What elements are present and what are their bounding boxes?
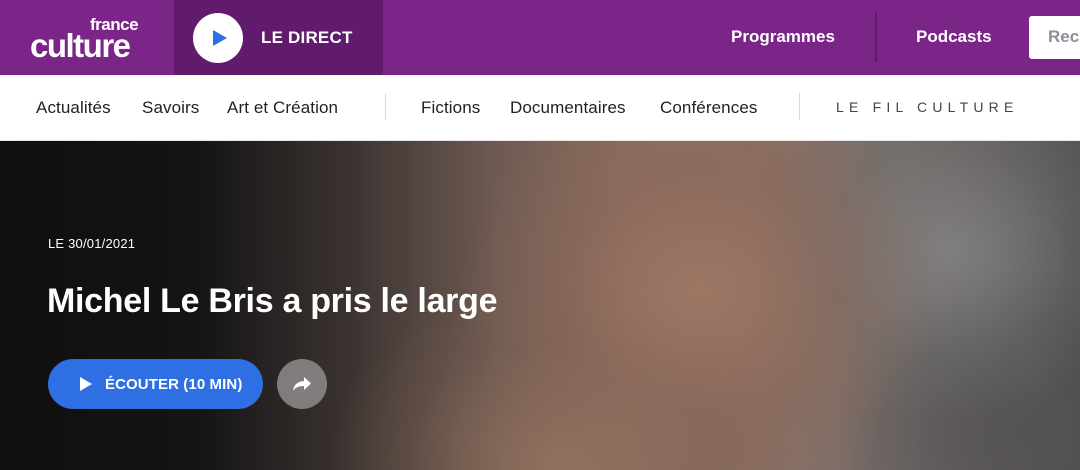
- nav-savoirs[interactable]: Savoirs: [142, 98, 199, 118]
- listen-label: ÉCOUTER (10 MIN): [105, 375, 243, 393]
- top-divider: [875, 13, 877, 62]
- play-icon: [80, 377, 92, 391]
- share-button[interactable]: [277, 359, 327, 409]
- hero-date: LE 30/01/2021: [48, 236, 136, 251]
- play-icon: [213, 29, 227, 46]
- nav-divider: [799, 93, 800, 120]
- nav-art-et-creation[interactable]: Art et Création: [227, 98, 338, 118]
- top-bar: france culture LE DIRECT Programmes Podc…: [0, 0, 1080, 75]
- hero-banner: LE 30/01/2021 Michel Le Bris a pris le l…: [0, 141, 1080, 470]
- nav-documentaires[interactable]: Documentaires: [510, 98, 626, 118]
- podcasts-link[interactable]: Podcasts: [916, 27, 992, 47]
- direct-label: LE DIRECT: [261, 27, 353, 47]
- nav-divider: [385, 93, 386, 120]
- le-direct-button[interactable]: LE DIRECT: [174, 0, 383, 75]
- nav-actualites[interactable]: Actualités: [36, 98, 111, 118]
- search-field[interactable]: Rech: [1029, 16, 1080, 59]
- nav-conferences[interactable]: Conférences: [660, 98, 758, 118]
- logo-big-text: culture: [30, 27, 131, 64]
- direct-play-circle: [193, 12, 243, 63]
- hero-title: Michel Le Bris a pris le large: [47, 282, 498, 320]
- secondary-nav: Actualités Savoirs Art et Création Ficti…: [0, 75, 1080, 141]
- listen-button[interactable]: ÉCOUTER (10 MIN): [48, 359, 263, 409]
- programmes-link[interactable]: Programmes: [731, 27, 835, 47]
- nav-fil-culture[interactable]: LE FIL CULTURE: [836, 99, 1019, 115]
- share-icon: [293, 377, 311, 391]
- france-culture-logo[interactable]: france culture: [28, 14, 148, 64]
- nav-fictions[interactable]: Fictions: [421, 98, 480, 118]
